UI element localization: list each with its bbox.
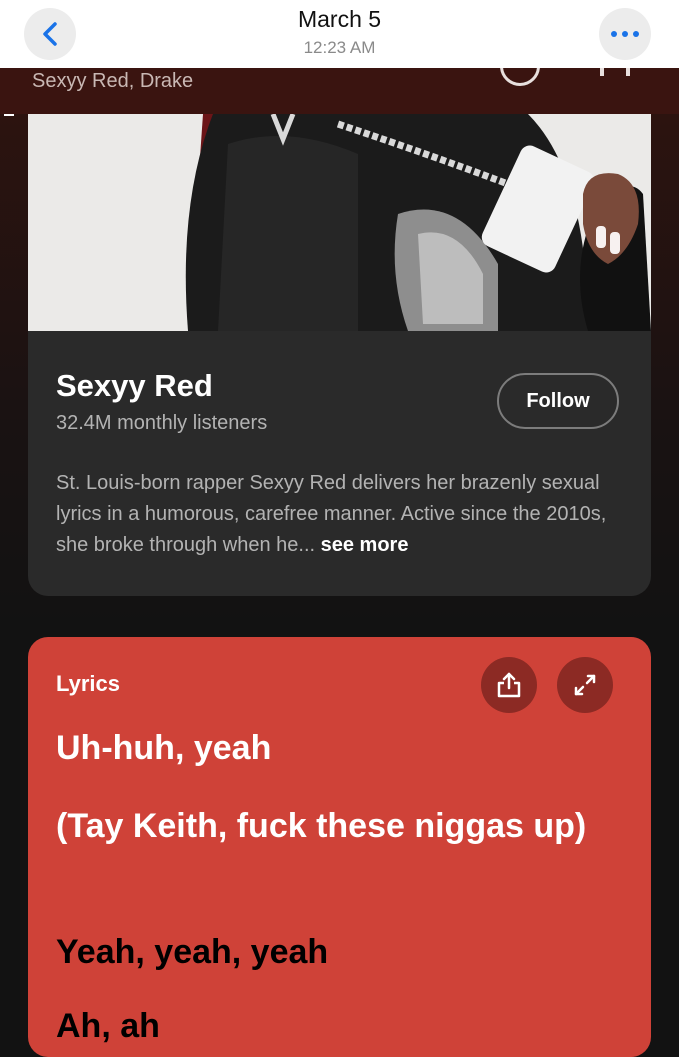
message-header: March 5 12:23 AM	[0, 0, 679, 68]
header-time: 12:23 AM	[303, 38, 376, 57]
share-icon	[497, 672, 521, 698]
lyric-line: Uh-huh, yeah	[56, 729, 272, 767]
lyric-line: Ah, ah	[56, 1007, 160, 1045]
lyric-line: (Tay Keith, fuck these niggas up)	[56, 807, 587, 845]
progress-indicator	[4, 114, 14, 116]
more-button[interactable]	[599, 8, 651, 60]
artist-name[interactable]: Sexyy Red	[56, 368, 213, 404]
add-to-library-icon[interactable]	[500, 68, 540, 86]
expand-icon	[574, 674, 596, 696]
see-more-link[interactable]: see more	[321, 534, 409, 556]
expand-lyrics-button[interactable]	[557, 657, 613, 713]
lyrics-label: Lyrics	[56, 671, 121, 696]
follow-button[interactable]: Follow	[497, 373, 619, 429]
about-artist-card[interactable]: Sexyy Red 32.4M monthly listeners Follow…	[28, 114, 651, 596]
artist-photo	[28, 114, 651, 331]
lyrics-card[interactable]: Lyrics Uh-huh, yeah (Tay Keith, fuck the…	[28, 637, 651, 1057]
pause-icon[interactable]	[600, 68, 630, 76]
lyric-line: Yeah, yeah, yeah	[56, 933, 329, 971]
artist-bio: St. Louis-born rapper Sexyy Red delivers…	[56, 468, 626, 561]
share-lyrics-button[interactable]	[481, 657, 537, 713]
now-playing-header: Sexyy Red, Drake	[0, 68, 679, 114]
monthly-listeners: 32.4M monthly listeners	[56, 412, 268, 434]
ellipsis-icon	[611, 31, 639, 37]
track-artists: Sexyy Red, Drake	[32, 70, 194, 92]
header-date: March 5	[297, 6, 382, 32]
artist-photo-illustration	[28, 114, 651, 331]
